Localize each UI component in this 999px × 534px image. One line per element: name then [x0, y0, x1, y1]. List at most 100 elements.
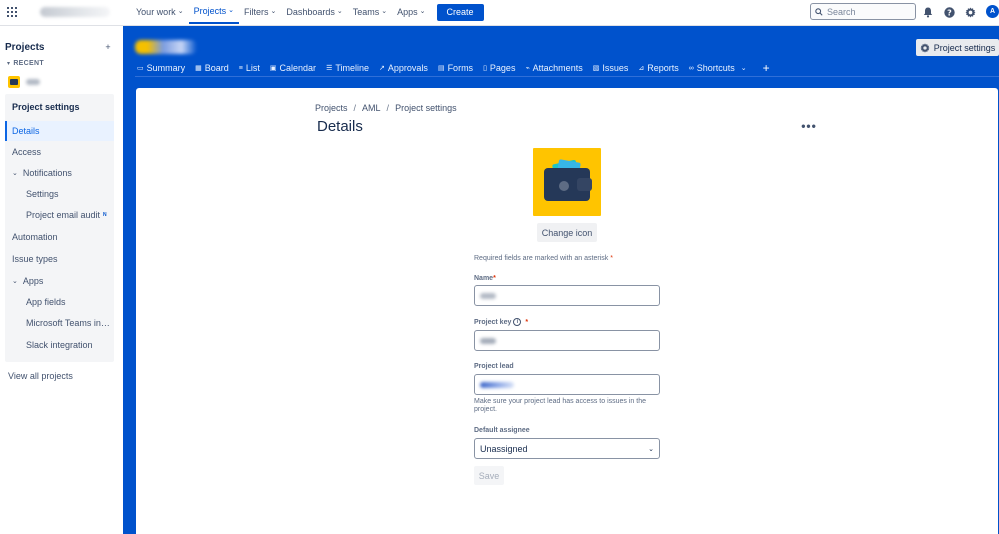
top-navigation: Your work ⌄ Projects ⌄ Filters ⌄ Dashboards…: [0, 0, 999, 26]
list-icon: ≡: [238, 64, 243, 72]
project-settings-nav: Project settings Details Access ⌄ Notific…: [5, 94, 114, 362]
chevron-down-icon: ⌄: [12, 170, 18, 177]
board-icon: ▦: [195, 65, 202, 72]
tab-summary[interactable]: ▭ Summary: [137, 63, 185, 73]
help-icon[interactable]: ?: [942, 5, 956, 19]
nav-apps[interactable]: Apps ⌄: [392, 0, 430, 24]
app-switcher-icon[interactable]: [7, 7, 17, 17]
chevron-down-icon: ⌄: [228, 7, 234, 14]
product-logo[interactable]: [40, 7, 110, 17]
sidebar-item-notification-settings[interactable]: Settings: [5, 184, 114, 204]
forms-icon: ▤: [437, 65, 445, 72]
save-button[interactable]: Save: [474, 466, 504, 485]
summary-icon: ▭: [137, 65, 144, 72]
sidebar-item-project-email-audit[interactable]: Project email audit N: [5, 205, 114, 225]
project-lead-label: Project lead: [474, 363, 514, 370]
sidebar-item-apps[interactable]: ⌄ Apps: [5, 271, 114, 291]
tab-reports[interactable]: ⊿ Reports: [638, 63, 678, 73]
tab-pages[interactable]: ▯ Pages: [483, 63, 515, 73]
reports-icon: ⊿: [638, 65, 645, 72]
recent-project-item[interactable]: [5, 72, 113, 92]
calendar-icon: ▣: [269, 65, 277, 72]
nav-teams[interactable]: Teams ⌄: [348, 0, 392, 24]
timeline-icon: ☰: [326, 65, 333, 72]
search-box[interactable]: [810, 3, 916, 20]
sidebar-title: Projects: [5, 42, 45, 53]
chevron-down-icon: ⌄: [381, 8, 388, 15]
project-name-redacted: [26, 79, 40, 85]
add-project-icon[interactable]: +: [102, 41, 114, 53]
breadcrumb-projects[interactable]: Projects: [315, 103, 348, 113]
project-tabs: ▭ Summary ▦ Board ≡ List ▣ Calendar ☰ Timelin…: [137, 61, 770, 75]
search-icon: [815, 7, 823, 16]
change-icon-button[interactable]: Change icon: [537, 223, 597, 242]
name-field[interactable]: [474, 285, 660, 306]
tab-calendar[interactable]: ▣ Calendar: [270, 63, 316, 73]
project-key-value-redacted: [480, 337, 496, 344]
project-lead-help-text: Make sure your project lead has access t…: [474, 398, 646, 413]
breadcrumb-project-settings[interactable]: Project settings: [395, 103, 457, 113]
sidebar-item-details[interactable]: Details: [5, 121, 114, 141]
sidebar-item-automation[interactable]: Automation: [5, 227, 114, 247]
chevron-down-icon: ⌄: [177, 8, 184, 15]
settings-gear-icon[interactable]: [963, 5, 977, 19]
nav-filters[interactable]: Filters ⌄: [239, 0, 281, 24]
required-asterisk: *: [493, 275, 496, 282]
sidebar-item-slack-integration[interactable]: Slack integration: [5, 335, 114, 355]
chevron-down-icon: ⌄: [336, 8, 343, 15]
recent-section-toggle[interactable]: ▾ RECENT: [7, 60, 44, 67]
approvals-icon: ↗: [379, 65, 385, 72]
user-avatar[interactable]: A: [986, 5, 999, 18]
tab-attachments[interactable]: ⌁ Attachments: [525, 63, 582, 73]
page-title: Details: [317, 118, 363, 135]
sidebar-item-notifications[interactable]: ⌄ Notifications: [5, 163, 114, 183]
tab-list[interactable]: ≡ List: [239, 63, 260, 73]
project-lead-value-redacted: [480, 381, 514, 388]
project-avatar-icon: [8, 76, 20, 88]
view-all-projects-link[interactable]: View all projects: [8, 371, 73, 381]
project-lead-field[interactable]: [474, 374, 660, 395]
project-key-field[interactable]: [474, 330, 660, 351]
svg-text:?: ?: [947, 8, 952, 17]
link-icon: ∞: [688, 64, 694, 72]
chevron-down-icon: ⌄: [419, 8, 426, 15]
sidebar-item-microsoft-teams-integration[interactable]: Microsoft Teams integration: [5, 313, 114, 333]
add-tab-plus-icon[interactable]: +: [763, 61, 770, 75]
breadcrumb-project[interactable]: AML: [362, 103, 381, 113]
sidebar-item-app-fields[interactable]: App fields: [5, 292, 114, 312]
tab-timeline[interactable]: ☰ Timeline: [326, 63, 369, 73]
sidebar-item-access[interactable]: Access: [5, 142, 114, 162]
name-value-redacted: [480, 292, 496, 299]
tab-forms[interactable]: ▤ Forms: [438, 63, 473, 73]
tab-board[interactable]: ▦ Board: [195, 63, 229, 73]
create-button[interactable]: Create: [436, 3, 484, 21]
chevron-down-icon: ⌄: [12, 278, 18, 285]
chevron-down-icon: ⌄: [648, 445, 654, 453]
default-assignee-value: Unassigned: [480, 443, 528, 454]
gear-icon: [920, 42, 930, 53]
new-badge: N: [103, 212, 107, 218]
tab-shortcuts[interactable]: ∞ Shortcuts ⌄: [689, 63, 747, 73]
chevron-down-icon: ▾: [7, 61, 11, 67]
nav-projects[interactable]: Projects ⌄: [188, 0, 239, 24]
default-assignee-select[interactable]: Unassigned ⌄: [474, 438, 660, 459]
nav-your-work[interactable]: Your work ⌄: [131, 0, 189, 24]
more-actions-icon[interactable]: •••: [801, 120, 817, 132]
required-asterisk: *: [525, 318, 529, 326]
sidebar-item-issue-types[interactable]: Issue types: [5, 249, 114, 269]
default-assignee-label: Default assignee: [474, 427, 530, 434]
notifications-bell-icon[interactable]: [921, 5, 935, 19]
tabs-divider: [135, 76, 999, 77]
project-avatar-large: [533, 148, 601, 216]
search-input[interactable]: [827, 6, 907, 17]
info-icon[interactable]: i: [513, 318, 522, 326]
project-settings-button[interactable]: Project settings: [916, 39, 999, 56]
tab-issues[interactable]: ▧ Issues: [593, 63, 629, 73]
required-asterisk: *: [610, 255, 613, 262]
sidebar: Projects + ▾ RECENT Project settings Deta…: [0, 26, 123, 534]
breadcrumb: Projects / AML / Project settings: [315, 103, 457, 113]
chevron-down-icon: ⌄: [270, 8, 277, 15]
tab-approvals[interactable]: ↗ Approvals: [379, 63, 428, 73]
nav-dashboards[interactable]: Dashboards ⌄: [281, 0, 347, 24]
sidebar-heading-project-settings: Project settings: [12, 102, 80, 112]
